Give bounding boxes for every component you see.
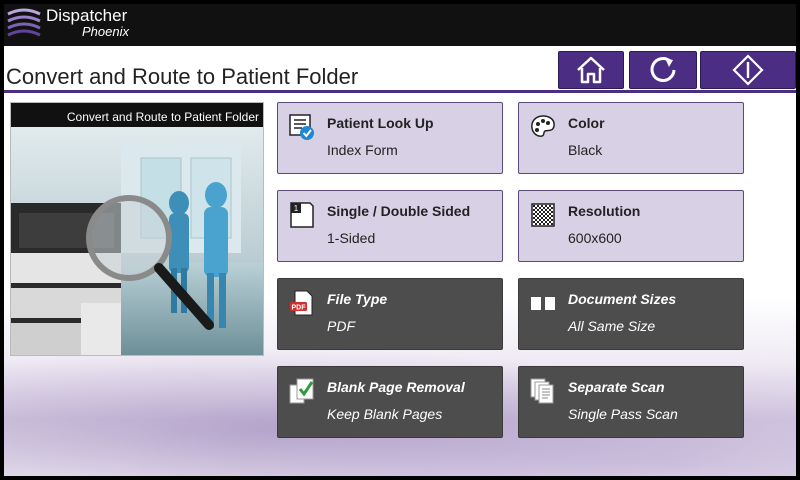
hospital-scene-illustration	[11, 103, 263, 355]
tile-value: Keep Blank Pages	[327, 406, 443, 422]
resolution-grid-icon	[531, 203, 555, 227]
start-button[interactable]	[700, 51, 796, 89]
tile-label: Document Sizes	[568, 291, 677, 307]
workflow-preview-image: Convert and Route to Patient Folder	[10, 102, 264, 356]
palette-icon	[531, 115, 555, 137]
tile-value: Black	[568, 142, 603, 158]
index-form-icon	[289, 114, 314, 140]
home-icon	[577, 56, 605, 84]
blank-page-check-icon	[289, 378, 314, 404]
separate-scan-pages-icon	[530, 378, 554, 404]
tile-label: Patient Look Up	[327, 115, 434, 131]
tile-value: 1-Sided	[327, 230, 376, 246]
reset-button[interactable]	[629, 51, 697, 89]
preview-caption: Convert and Route to Patient Folder	[66, 110, 259, 124]
home-button[interactable]	[558, 51, 624, 89]
tile-label: Single / Double Sided	[327, 203, 471, 219]
document-sizes-tile[interactable]: Document Sizes All Same Size	[518, 278, 744, 350]
tile-label: Color	[568, 115, 605, 131]
dispatcher-logo-icon	[7, 8, 41, 37]
header-divider	[4, 90, 796, 93]
pdf-file-icon: PDF	[290, 290, 313, 316]
tile-label: Blank Page Removal	[327, 379, 465, 395]
tile-label: Resolution	[568, 203, 641, 219]
separate-scan-tile[interactable]: Separate Scan Single Pass Scan	[518, 366, 744, 438]
tile-value: 600x600	[568, 230, 622, 246]
tile-value: Single Pass Scan	[568, 406, 678, 422]
app-header-bar: Dispatcher Phoenix	[4, 4, 796, 46]
app-title: Dispatcher	[46, 6, 128, 25]
color-tile[interactable]: Color Black	[518, 102, 744, 174]
document-sizes-icon	[531, 297, 555, 310]
svg-text:PDF: PDF	[292, 305, 307, 312]
tile-value: All Same Size	[568, 318, 656, 334]
patient-lookup-tile[interactable]: Patient Look Up Index Form	[277, 102, 503, 174]
refresh-icon	[650, 57, 676, 82]
blank-page-removal-tile[interactable]: Blank Page Removal Keep Blank Pages	[277, 366, 503, 438]
page-title: Convert and Route to Patient Folder	[6, 64, 359, 89]
single-double-sided-tile[interactable]: 1 Single / Double Sided 1-Sided	[277, 190, 503, 262]
tile-value: Index Form	[327, 142, 398, 158]
app-subtitle: Phoenix	[82, 24, 129, 39]
tile-value: PDF	[327, 318, 355, 334]
screen: Dispatcher Phoenix Convert and Route to …	[0, 0, 800, 480]
start-diamond-icon	[732, 54, 764, 86]
tile-label: File Type	[327, 291, 388, 307]
single-sided-page-icon: 1	[290, 202, 314, 228]
resolution-tile[interactable]: Resolution 600x600	[518, 190, 744, 262]
file-type-tile[interactable]: PDF File Type PDF	[277, 278, 503, 350]
svg-text:1: 1	[294, 204, 299, 213]
tile-label: Separate Scan	[568, 379, 665, 395]
